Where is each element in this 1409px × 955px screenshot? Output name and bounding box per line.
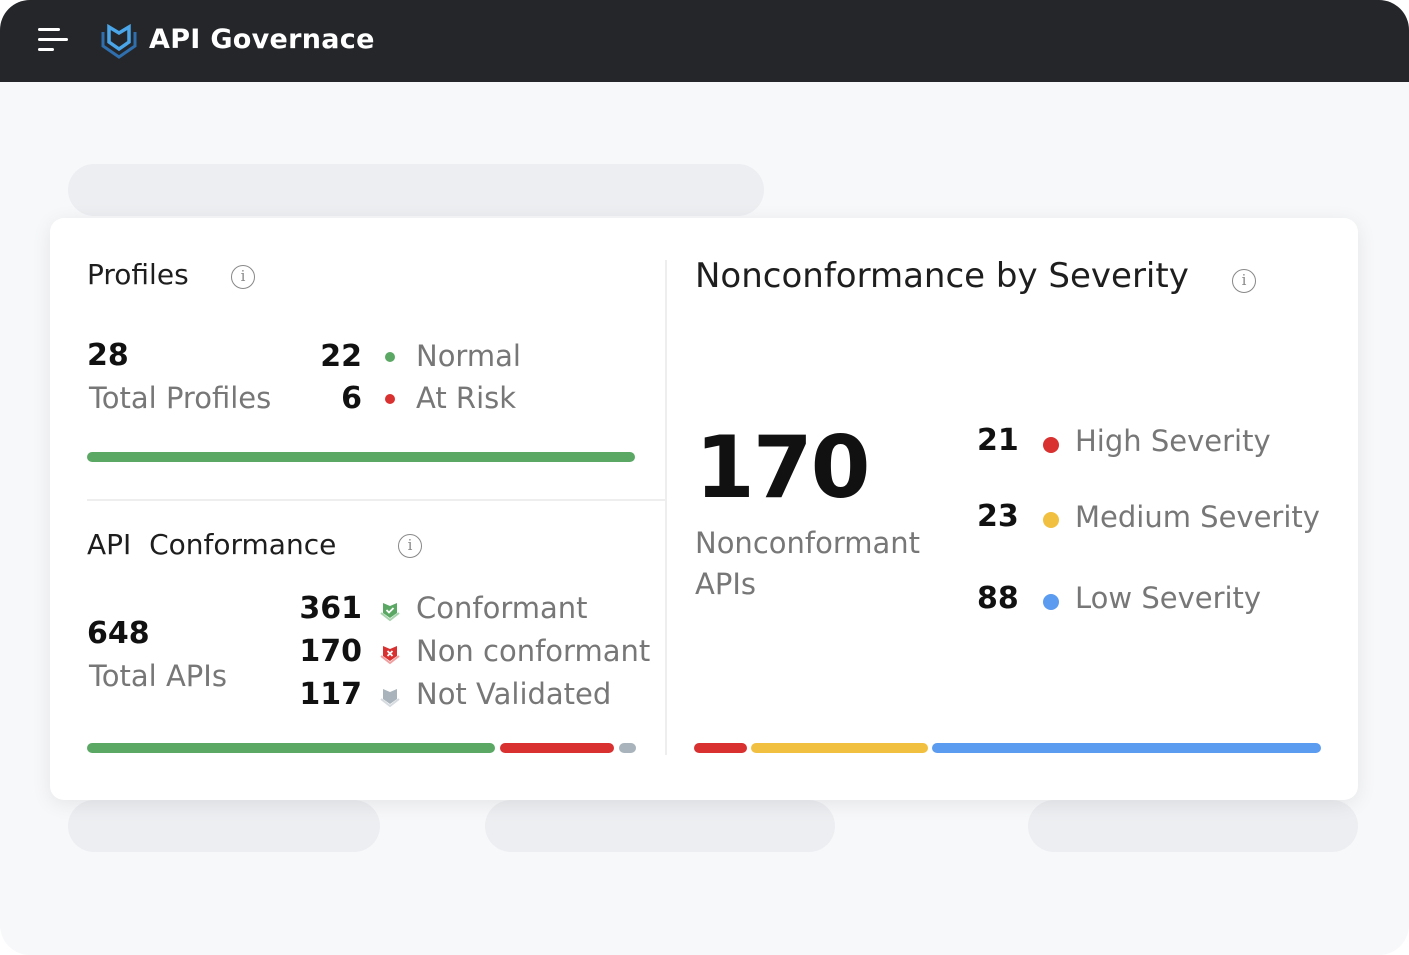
placeholder-bar [485,800,835,852]
nonconformant-bar-segment [500,743,614,753]
profiles-bar [87,452,635,462]
profiles-total: 28 [87,338,129,373]
app-title: API Governace [149,24,375,55]
apis-total: 648 [87,616,150,651]
low-severity-label: Low Severity [1075,581,1262,615]
shield-x-icon [380,646,400,665]
info-icon[interactable]: i [1232,269,1256,293]
medium-severity-label: Medium Severity [1075,500,1320,534]
shield-check-icon [380,603,400,622]
high-severity-dot [1043,437,1059,453]
severity-total-label: APIs [695,567,756,601]
profiles-total-label: Total Profiles [89,381,272,415]
info-icon[interactable]: i [231,265,255,289]
normal-count: 22 [320,339,362,374]
medium-severity-dot [1043,512,1059,528]
medium-severity-bar-segment [751,743,928,753]
placeholder-bar [68,164,764,216]
severity-title: Nonconformance by Severity [695,256,1189,296]
shield-logo-icon [101,23,137,59]
not-validated-bar-segment [619,743,636,753]
placeholder-bar [68,800,380,852]
high-severity-label: High Severity [1075,424,1271,458]
high-severity-count: 21 [977,423,1019,458]
column-divider [665,260,667,755]
shield-icon [380,689,400,708]
medium-severity-count: 23 [977,499,1019,534]
conformance-title: API Conformance [87,528,337,561]
low-severity-dot [1043,594,1059,610]
severity-total: 170 [695,418,871,518]
info-icon[interactable]: i [398,534,422,558]
low-severity-count: 88 [977,581,1019,616]
placeholder-bar [1028,800,1358,852]
profiles-title: Profiles [87,258,189,291]
at-risk-count: 6 [341,381,362,416]
top-bar: API Governace [0,0,1409,82]
normal-dot [385,352,395,362]
summary-card: Profiles i 28 Total Profiles 22 Normal 6… [50,218,1358,800]
high-severity-bar-segment [694,743,747,753]
not-validated-label: Not Validated [416,677,612,711]
normal-label: Normal [416,339,521,373]
hamburger-menu-icon[interactable] [38,28,70,54]
conformant-count: 361 [299,591,362,626]
conformant-label: Conformant [416,591,588,625]
at-risk-label: At Risk [416,381,517,415]
low-severity-bar-segment [932,743,1321,753]
nonconformant-count: 170 [299,634,362,669]
conformant-bar-segment [87,743,495,753]
app-frame: API Governace Profiles i 28 Total Profil… [0,0,1409,955]
section-divider [87,499,665,501]
nonconformant-label: Non conformant [416,634,651,668]
severity-total-label: Nonconformant [695,526,921,560]
at-risk-dot [385,394,395,404]
not-validated-count: 117 [299,677,362,712]
apis-total-label: Total APIs [89,659,227,693]
